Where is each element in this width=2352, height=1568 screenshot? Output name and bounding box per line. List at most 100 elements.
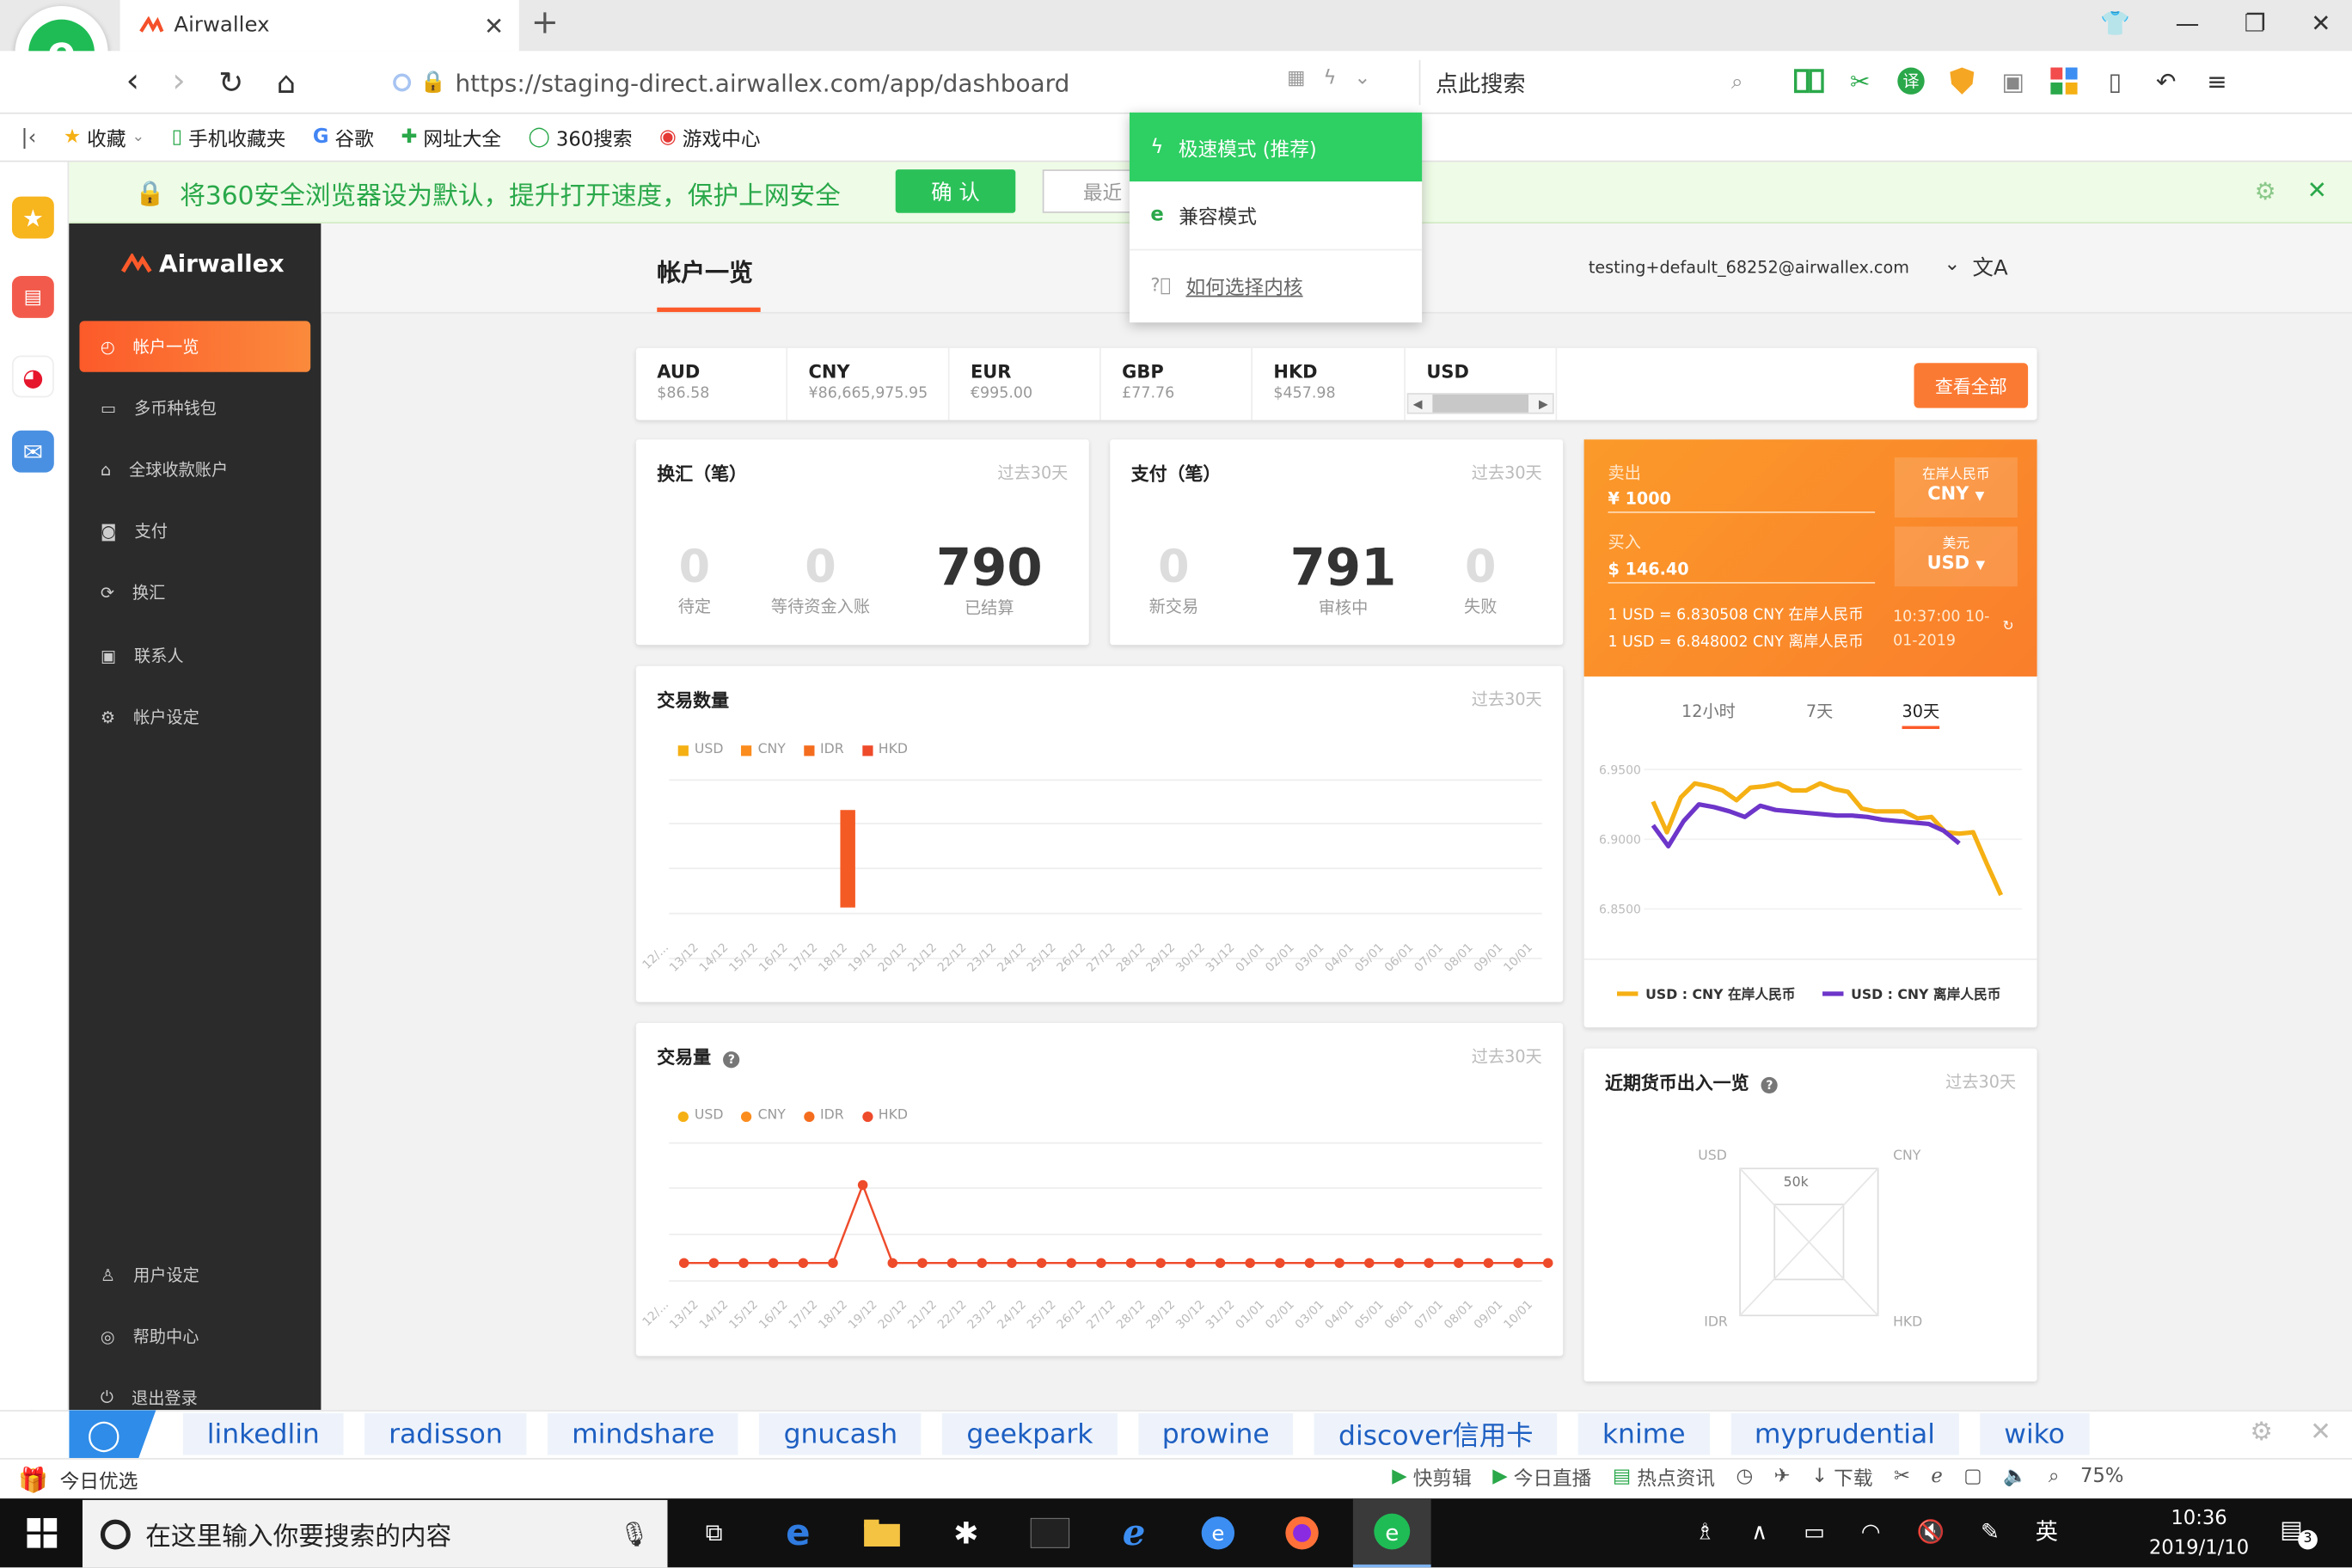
- wifi-icon[interactable]: ◠: [1861, 1517, 1881, 1544]
- scroll-right-icon[interactable]: ▶: [1534, 397, 1553, 411]
- windows-start-icon[interactable]: [27, 1517, 58, 1554]
- slack-icon[interactable]: ✱: [945, 1509, 987, 1557]
- nav-overview[interactable]: ◴ 帐户一览: [79, 321, 311, 372]
- quicklinks-close-icon[interactable]: ✕: [2310, 1418, 2331, 1448]
- buy-currency-select[interactable]: 美元 USD ▼: [1894, 526, 2018, 587]
- tray-up-icon[interactable]: ∧: [1751, 1517, 1767, 1544]
- balance-item-cny[interactable]: CNY ¥86,665,975.95: [787, 347, 950, 420]
- new-tab-icon[interactable]: +: [531, 4, 559, 42]
- quicklink[interactable]: knime: [1577, 1412, 1710, 1455]
- nav-wallet[interactable]: ▭ 多币种钱包: [79, 383, 310, 433]
- ie-icon[interactable]: ℯ: [1113, 1509, 1155, 1557]
- close-window-icon[interactable]: ✕: [2311, 9, 2331, 37]
- user-email[interactable]: testing+default_68252@airwallex.com: [1589, 258, 1909, 278]
- lightning-icon[interactable]: ϟ: [1324, 68, 1337, 90]
- nav-global-accounts[interactable]: ⌂ 全球收款账户: [79, 444, 310, 494]
- weibo-side-icon[interactable]: ◕: [11, 355, 54, 398]
- forward-icon[interactable]: ›: [172, 63, 185, 101]
- kernel-compat-mode[interactable]: e 兼容模式: [1129, 181, 1423, 251]
- balance-item-gbp[interactable]: GBP £77.76: [1101, 347, 1253, 420]
- quicklink[interactable]: gnucash: [759, 1412, 922, 1455]
- minimize-icon[interactable]: —: [2176, 9, 2200, 37]
- back-icon[interactable]: ‹: [126, 63, 139, 101]
- taskbar-search[interactable]: 在这里输入你要搜索的内容 🎙: [82, 1499, 668, 1568]
- ime-indicator[interactable]: 英: [2036, 1515, 2058, 1547]
- reload-icon[interactable]: ↻: [218, 64, 243, 100]
- confirm-button[interactable]: 确 认: [895, 169, 1016, 213]
- refresh-icon[interactable]: ↻: [2002, 620, 2013, 634]
- site-info-icon[interactable]: [393, 73, 412, 92]
- search-box[interactable]: 点此搜索 ⌕: [1418, 59, 1752, 106]
- nav-account-settings[interactable]: ⚙ 帐户设定: [79, 691, 310, 742]
- zoom-icon[interactable]: ⌕: [2049, 1466, 2060, 1488]
- ie-mode-icon[interactable]: ℯ: [1931, 1466, 1942, 1488]
- people-icon[interactable]: ♗: [1695, 1517, 1715, 1544]
- kernel-fast-mode[interactable]: ϟ 极速模式 (推荐): [1129, 112, 1423, 182]
- screenshot-icon[interactable]: ✂: [1894, 1466, 1910, 1488]
- balance-scrollbar[interactable]: ◀ ▶: [1406, 393, 1554, 414]
- today-pick[interactable]: 今日优选: [60, 1465, 138, 1493]
- shirt-icon[interactable]: 👕: [2100, 9, 2130, 37]
- qr-icon[interactable]: ▦: [1287, 68, 1305, 90]
- kernel-help-link[interactable]: ?⃝ 如何选择内核: [1130, 250, 1422, 319]
- status-live[interactable]: ▶ 今日直播: [1492, 1462, 1591, 1491]
- sell-input[interactable]: ¥ 1000: [1608, 489, 1876, 513]
- bookmark-games[interactable]: ◉ 游戏中心: [659, 123, 761, 152]
- clock[interactable]: 10:36 2019/1/10: [2142, 1504, 2257, 1565]
- scissors-icon[interactable]: ✂: [1845, 66, 1875, 96]
- notification-icon[interactable]: ▤ 3: [2280, 1515, 2318, 1550]
- bookmark-mobile[interactable]: ▯ 手机收藏夹: [172, 123, 286, 152]
- task-view-icon[interactable]: ⧉: [693, 1509, 735, 1557]
- question-icon[interactable]: ?: [1761, 1076, 1779, 1094]
- nav-user-settings[interactable]: ♙ 用户设定: [79, 1250, 310, 1301]
- quicklink[interactable]: linkedlin: [182, 1412, 344, 1455]
- balance-item-hkd[interactable]: HKD $457.98: [1253, 347, 1406, 420]
- buy-input[interactable]: $ 146.40: [1608, 560, 1876, 584]
- kernel-dropdown-icon[interactable]: ⌄: [1354, 68, 1370, 90]
- bookmark-360search[interactable]: ◯ 360搜索: [529, 123, 633, 152]
- undo-icon[interactable]: ↶: [2151, 66, 2181, 96]
- notice-close-icon[interactable]: ✕: [2307, 175, 2327, 204]
- quicklink[interactable]: radisson: [364, 1412, 527, 1455]
- mic-icon[interactable]: 🎙: [619, 1520, 649, 1548]
- scroll-left-icon[interactable]: ◀: [1408, 397, 1426, 411]
- quicklink[interactable]: discover信用卡: [1314, 1412, 1558, 1455]
- window-icon[interactable]: ▢: [1963, 1466, 1981, 1488]
- game-icon[interactable]: ▣: [1998, 66, 2028, 96]
- address-bar[interactable]: 🔒 https://staging-direct.airwallex.com/a…: [393, 60, 1413, 105]
- view-all-button[interactable]: 查看全部: [1914, 363, 2029, 408]
- quicklink[interactable]: geekpark: [942, 1412, 1118, 1455]
- speed-icon[interactable]: ◷: [1736, 1466, 1753, 1488]
- news-side-icon[interactable]: ▤: [11, 276, 54, 318]
- bookmark-google[interactable]: G 谷歌: [313, 123, 374, 152]
- shield-icon[interactable]: [1947, 66, 1977, 96]
- nav-help[interactable]: ◎ 帮助中心: [79, 1311, 310, 1362]
- pen-icon[interactable]: ✎: [1981, 1517, 2000, 1544]
- sell-currency-select[interactable]: 在岸人民币 CNY ▼: [1894, 457, 2018, 518]
- app-brand[interactable]: Airwallex: [120, 249, 285, 278]
- user-dropdown-icon[interactable]: ⌄: [1944, 254, 1960, 276]
- quicklinks-settings-icon[interactable]: ⚙: [2250, 1418, 2273, 1448]
- question-icon[interactable]: ?: [723, 1051, 740, 1069]
- volume-icon[interactable]: 🔈: [2003, 1466, 2027, 1488]
- quicklink[interactable]: mindshare: [548, 1412, 739, 1455]
- apps-icon[interactable]: [2049, 66, 2079, 96]
- url-text[interactable]: https://staging-direct.airwallex.com/app…: [455, 68, 1069, 96]
- translate-icon[interactable]: 译: [1896, 66, 1926, 96]
- nav-payments[interactable]: ◙ 支付: [79, 505, 310, 556]
- fx-tab-7d[interactable]: 7天: [1806, 699, 1833, 723]
- tablet-icon[interactable]: ▯: [2100, 66, 2130, 96]
- menu-icon[interactable]: ≡: [2202, 66, 2233, 96]
- file-explorer-icon[interactable]: [861, 1509, 903, 1557]
- mute-icon[interactable]: 🔇: [1916, 1517, 1945, 1544]
- home-icon[interactable]: ⌂: [277, 64, 296, 100]
- quicklink[interactable]: wiko: [1980, 1412, 2089, 1455]
- balance-item-eur[interactable]: EUR €995.00: [950, 347, 1101, 420]
- quicklink[interactable]: prowine: [1137, 1412, 1294, 1455]
- fx-tab-12h[interactable]: 12小时: [1681, 699, 1736, 723]
- fx-tab-30d[interactable]: 30天: [1902, 699, 1940, 730]
- quicklink[interactable]: myprudential: [1730, 1412, 1959, 1455]
- balance-item-aud[interactable]: AUD $86.58: [636, 347, 788, 420]
- active-app-highlight[interactable]: e: [1352, 1498, 1431, 1568]
- search-input[interactable]: 点此搜索: [1436, 67, 1526, 99]
